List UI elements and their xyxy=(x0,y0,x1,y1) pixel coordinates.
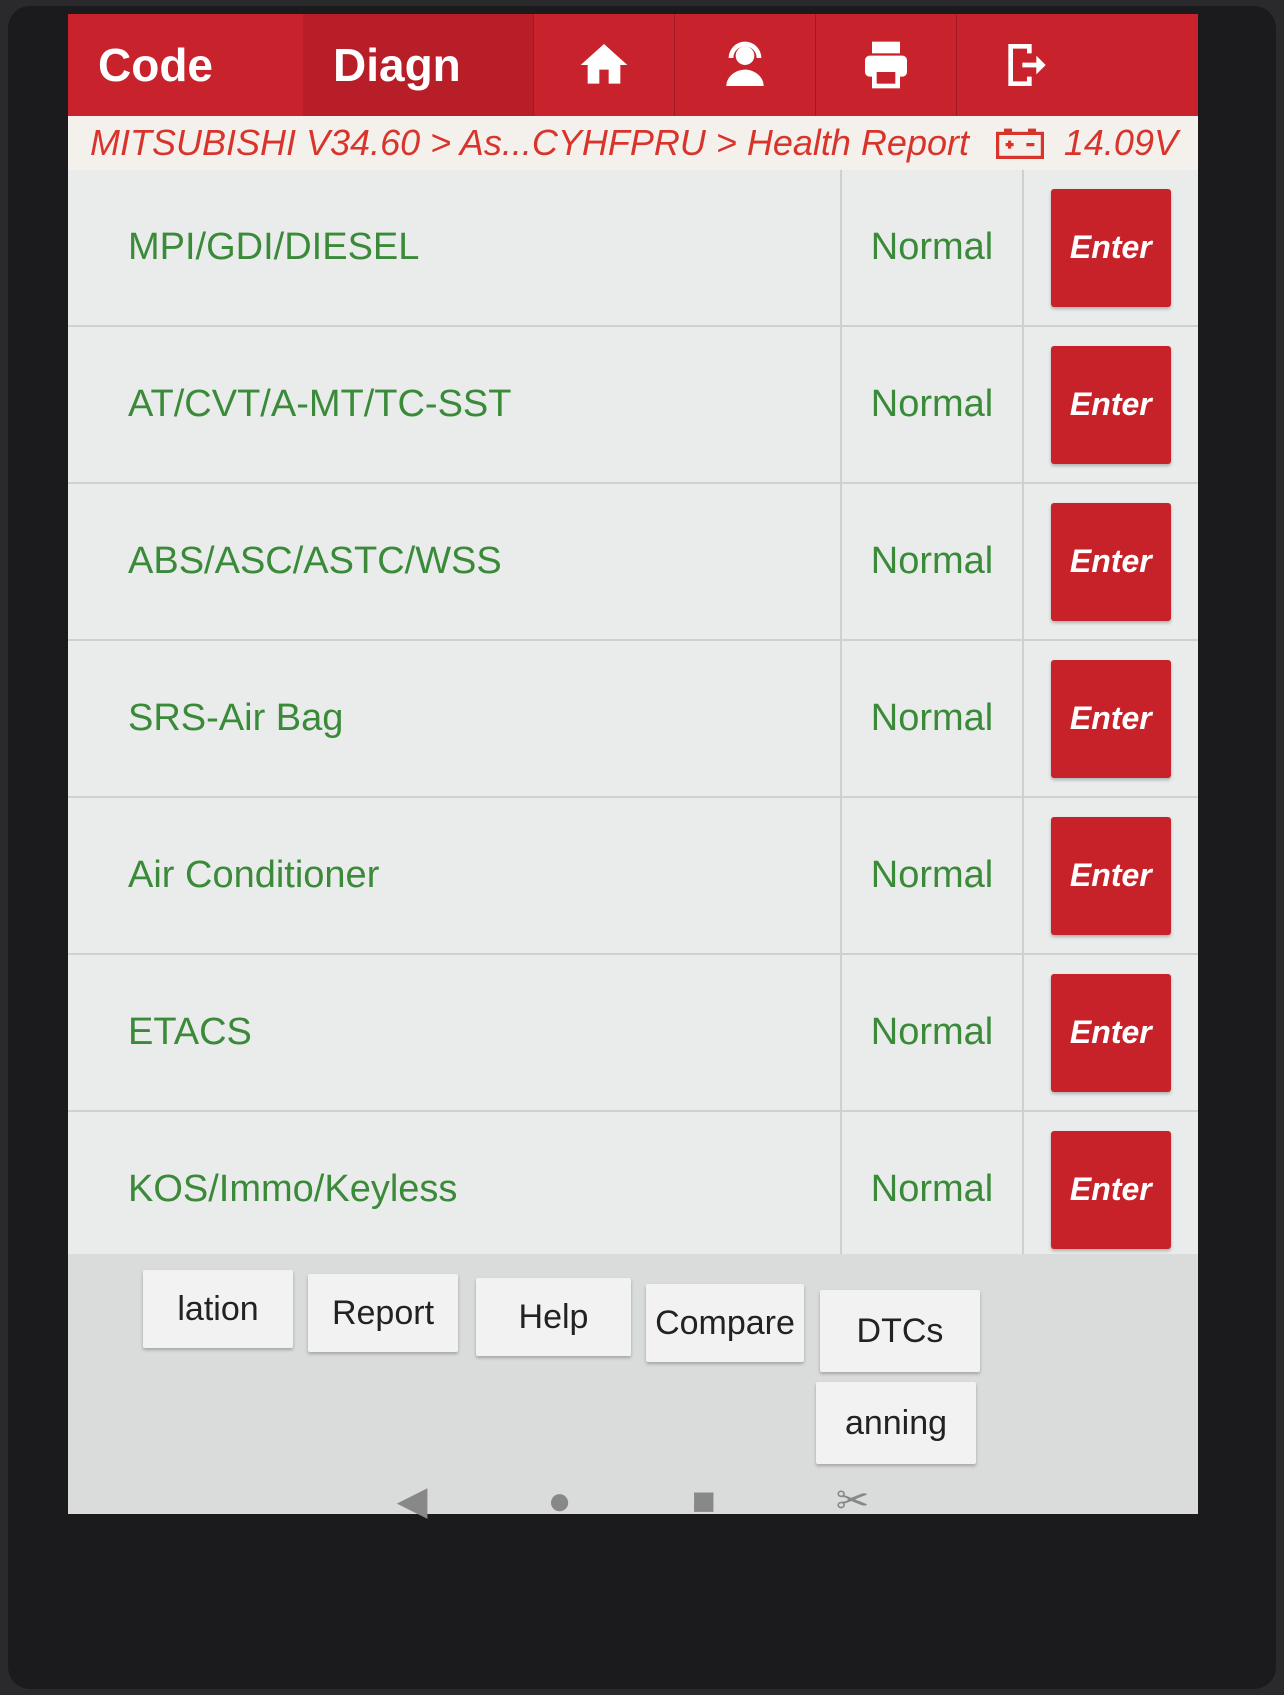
top-toolbar: Code Diagn xyxy=(68,14,1198,116)
help-button[interactable]: Help xyxy=(476,1278,631,1356)
screenshot-icon[interactable]: ✂ xyxy=(836,1478,870,1524)
tablet-device: Code Diagn MITSUBISHI V34.60 > As...CYHF… xyxy=(8,6,1276,1689)
recents-icon[interactable]: ■ xyxy=(692,1479,716,1524)
enter-button[interactable]: Enter xyxy=(1050,816,1171,935)
enter-button[interactable]: Enter xyxy=(1050,345,1171,464)
enter-button[interactable]: Enter xyxy=(1050,973,1171,1092)
table-row: SRS-Air Bag Normal Enter xyxy=(68,641,1198,798)
enter-button[interactable]: Enter xyxy=(1050,188,1171,307)
report-button[interactable]: Report xyxy=(308,1274,458,1352)
battery-voltage: 14.09V xyxy=(1063,122,1178,163)
system-status: Normal xyxy=(840,798,1021,953)
system-status: Normal xyxy=(840,641,1021,796)
screen: Code Diagn MITSUBISHI V34.60 > As...CYHF… xyxy=(68,14,1198,1514)
table-row: ETACS Normal Enter xyxy=(68,955,1198,1112)
enter-button[interactable]: Enter xyxy=(1050,502,1171,621)
system-name: ABS/ASC/ASTC/WSS xyxy=(128,540,502,582)
home-icon[interactable] xyxy=(533,14,674,116)
table-row: AT/CVT/A-MT/TC-SST Normal Enter xyxy=(68,327,1198,484)
support-agent-icon[interactable] xyxy=(674,14,815,116)
tab-code[interactable]: Code xyxy=(68,14,303,116)
table-row: MPI/GDI/DIESEL Normal Enter xyxy=(68,170,1198,327)
table-row: ABS/ASC/ASTC/WSS Normal Enter xyxy=(68,484,1198,641)
android-nav-bar: ◀ ● ■ ✂ xyxy=(68,1446,1198,1556)
system-name: Air Conditioner xyxy=(128,854,380,896)
battery-icon xyxy=(995,128,1044,159)
back-icon[interactable]: ◀ xyxy=(397,1478,428,1524)
system-name: MPI/GDI/DIESEL xyxy=(128,226,420,268)
system-status: Normal xyxy=(840,170,1021,325)
table-row: KOS/Immo/Keyless Normal Enter xyxy=(68,1112,1198,1269)
exit-icon[interactable] xyxy=(956,14,1097,116)
simulation-button[interactable]: lation xyxy=(143,1270,293,1348)
system-status: Normal xyxy=(840,327,1021,482)
breadcrumb: MITSUBISHI V34.60 > As...CYHFPRU > Healt… xyxy=(68,116,1198,170)
system-name: AT/CVT/A-MT/TC-SST xyxy=(128,383,512,425)
home-circle-icon[interactable]: ● xyxy=(547,1479,571,1524)
system-status: Normal xyxy=(840,484,1021,639)
printer-icon[interactable] xyxy=(815,14,956,116)
tab-diagnose[interactable]: Diagn xyxy=(303,14,533,116)
system-name: SRS-Air Bag xyxy=(128,697,344,739)
enter-button[interactable]: Enter xyxy=(1050,659,1171,778)
system-status: Normal xyxy=(840,1112,1021,1267)
system-status: Normal xyxy=(840,955,1021,1110)
table-row: Air Conditioner Normal Enter xyxy=(68,798,1198,955)
compare-button[interactable]: Compare xyxy=(646,1284,804,1362)
system-list: MPI/GDI/DIESEL Normal Enter AT/CVT/A-MT/… xyxy=(68,170,1198,1269)
clear-dtcs-button[interactable]: DTCs xyxy=(820,1290,980,1372)
breadcrumb-path: MITSUBISHI V34.60 > As...CYHFPRU > Healt… xyxy=(90,122,969,163)
system-name: ETACS xyxy=(128,1011,252,1053)
system-name: KOS/Immo/Keyless xyxy=(128,1168,458,1210)
enter-button[interactable]: Enter xyxy=(1050,1130,1171,1249)
